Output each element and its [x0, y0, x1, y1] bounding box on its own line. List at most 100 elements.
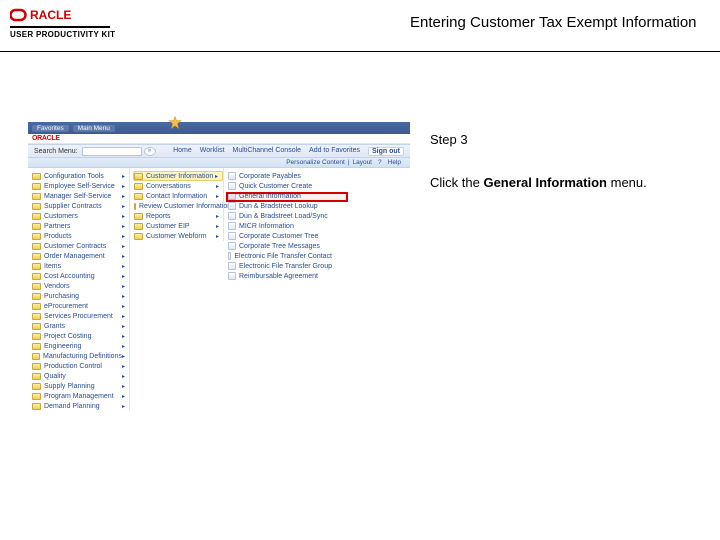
chevron-right-icon: ▸ [216, 193, 219, 200]
menu-item[interactable]: Contact Information▸ [134, 191, 223, 201]
link-add-favorites[interactable]: Add to Favorites [309, 147, 360, 156]
menu-item[interactable]: Customer Contracts▸ [32, 241, 129, 251]
chevron-right-icon: ▸ [122, 363, 125, 370]
menu-item[interactable]: Quality▸ [32, 371, 129, 381]
file-icon [228, 222, 236, 230]
signout-button[interactable]: Sign out [368, 147, 404, 156]
menu-item[interactable]: Configuration Tools▸ [32, 171, 129, 181]
folder-icon [32, 353, 40, 360]
menu-item-label: Configuration Tools [44, 173, 104, 180]
menu-item[interactable]: Engineering▸ [32, 341, 129, 351]
link-multichannel[interactable]: MultiChannel Console [233, 147, 301, 156]
document-header: RACLE USER PRODUCTIVITY KIT Entering Cus… [0, 0, 720, 41]
chevron-right-icon: ▸ [122, 373, 125, 380]
menu-item[interactable]: Supplier Contracts▸ [32, 201, 129, 211]
menu-item[interactable]: Customer Webform▸ [134, 231, 223, 241]
menu-item-label: Reports [146, 213, 171, 220]
chevron-right-icon: ▸ [216, 183, 219, 190]
menu-item[interactable]: Supply Planning▸ [32, 381, 129, 391]
menu-item[interactable]: Electronic File Transfer Group [228, 261, 336, 271]
file-icon [228, 252, 231, 260]
menu-item[interactable]: Order Management▸ [32, 251, 129, 261]
menu-item[interactable]: Customers▸ [32, 211, 129, 221]
menu-item-label: Production Control [44, 363, 102, 370]
menu-item[interactable]: Project Costing▸ [32, 331, 129, 341]
menu-item[interactable]: Demand Planning▸ [32, 401, 129, 411]
crumb-help[interactable]: Help [388, 159, 401, 166]
chevron-right-icon: ▸ [215, 173, 218, 180]
menu-item[interactable]: Reimbursable Agreement [228, 271, 336, 281]
menu-item-label: Employee Self-Service [44, 183, 115, 190]
menu-item-label: Program Management [44, 393, 114, 400]
menu-item-label: Supplier Contracts [44, 203, 102, 210]
search-go-button[interactable]: » [144, 147, 156, 156]
instruction-suffix: menu. [607, 175, 647, 190]
menu-item[interactable]: Dun & Bradstreet Lookup [228, 201, 336, 211]
menu-item[interactable]: Items▸ [32, 261, 129, 271]
menu-item-label: Grants [44, 323, 65, 330]
tab-favorites[interactable]: Favorites [32, 125, 69, 132]
chevron-right-icon: ▸ [122, 193, 125, 200]
tab-main-menu[interactable]: Main Menu [73, 125, 115, 132]
menu-item[interactable]: Reports▸ [134, 211, 223, 221]
menu-item-label: Products [44, 233, 72, 240]
menu-column-3: Corporate PayablesQuick Customer CreateG… [226, 168, 336, 281]
menu-item-label: eProcurement [44, 303, 88, 310]
chevron-right-icon: ▸ [122, 403, 125, 410]
menu-body: Configuration Tools▸Employee Self-Servic… [28, 168, 410, 390]
menu-item[interactable]: Production Control ▸ [32, 361, 129, 371]
folder-icon [32, 373, 41, 380]
folder-icon [32, 343, 41, 350]
crumb-personalize[interactable]: Personalize Content [286, 159, 345, 166]
menu-item[interactable]: Products▸ [32, 231, 129, 241]
menu-item[interactable]: Partners▸ [32, 221, 129, 231]
brand-bar: ORACLE [28, 134, 410, 144]
crumb-info-icon[interactable]: ? [378, 159, 382, 166]
logo-underline [10, 26, 110, 28]
menu-item[interactable]: Conversations▸ [134, 181, 223, 191]
folder-icon [32, 383, 41, 390]
menu-item-label: Corporate Payables [239, 173, 301, 180]
menu-item[interactable]: MICR Information [228, 221, 336, 231]
search-input[interactable] [82, 147, 142, 156]
menu-item[interactable]: Manufacturing Definitions▸ [32, 351, 129, 361]
menu-item[interactable]: Manager Self-Service ▸ [32, 191, 129, 201]
menu-item-label: Items [44, 263, 61, 270]
mini-oracle-logo: ORACLE [32, 135, 60, 142]
menu-item[interactable]: Program Management▸ [32, 391, 129, 401]
oracle-logo-block: RACLE USER PRODUCTIVITY KIT [10, 6, 160, 39]
menu-item[interactable]: Cost Accounting▸ [32, 271, 129, 281]
menu-item[interactable]: Customer Information▸ [133, 171, 223, 181]
folder-icon [32, 263, 41, 270]
menu-item[interactable]: Purchasing▸ [32, 291, 129, 301]
folder-icon [32, 173, 41, 180]
menu-item-label: Electronic File Transfer Group [239, 263, 332, 270]
menu-item[interactable]: Corporate Customer Tree [228, 231, 336, 241]
menu-item-label: Cost Accounting [44, 273, 95, 280]
menu-item-label: Quick Customer Create [239, 183, 312, 190]
document-title: Entering Customer Tax Exempt Information [160, 6, 710, 31]
crumb-layout[interactable]: Layout [352, 159, 372, 166]
folder-icon [32, 223, 41, 230]
menu-item[interactable]: Grants▸ [32, 321, 129, 331]
menu-item[interactable]: eProcurement▸ [32, 301, 129, 311]
menu-item[interactable]: Quick Customer Create [228, 181, 336, 191]
menu-item[interactable]: Vendors▸ [32, 281, 129, 291]
menu-item[interactable]: Customer EIP▸ [134, 221, 223, 231]
embedded-screenshot: Favorites Main Menu ORACLE Search Menu: … [28, 122, 410, 392]
menu-item[interactable]: Dun & Bradstreet Load/Sync [228, 211, 336, 221]
highlight-general-information[interactable] [226, 192, 348, 202]
menu-item-label: Customer Webform [146, 233, 207, 240]
link-worklist[interactable]: Worklist [200, 147, 225, 156]
link-home[interactable]: Home [173, 147, 192, 156]
folder-icon [32, 363, 41, 370]
menu-item[interactable]: Employee Self-Service▸ [32, 181, 129, 191]
menu-item[interactable]: Services Procurement▸ [32, 311, 129, 321]
oracle-logo: RACLE [10, 6, 110, 24]
menu-item-label: Manager Self-Service [44, 193, 111, 200]
menu-item[interactable]: Electronic File Transfer Contact [228, 251, 336, 261]
menu-item[interactable]: Review Customer Information▸ [134, 201, 223, 211]
menu-item[interactable]: Corporate Payables [228, 171, 336, 181]
menu-item[interactable]: Corporate Tree Messages [228, 241, 336, 251]
folder-icon [134, 213, 143, 220]
